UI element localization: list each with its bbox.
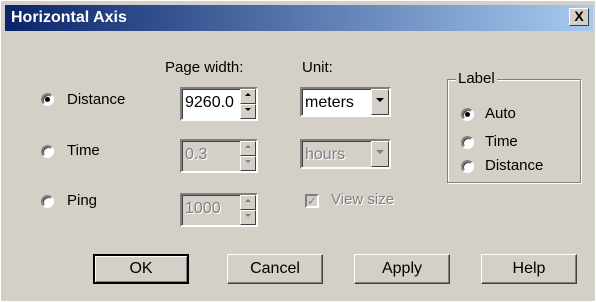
spin-down-button[interactable] xyxy=(240,104,256,119)
spin-up-button[interactable] xyxy=(240,89,256,104)
dialog-window: Horizontal Axis X Page width: Unit: Dist… xyxy=(0,0,596,302)
label-time-radio[interactable] xyxy=(461,136,474,149)
ping-radio[interactable] xyxy=(41,195,54,208)
label-group-title: Label xyxy=(456,70,497,87)
label-distance-radio[interactable] xyxy=(461,160,474,173)
chevron-down-icon xyxy=(376,150,384,154)
label-auto-label[interactable]: Auto xyxy=(485,105,516,122)
dialog-title: Horizontal Axis xyxy=(11,9,127,26)
arrow-up-icon xyxy=(245,93,251,96)
arrow-down-icon xyxy=(245,214,251,217)
view-size-checkbox: ✓ xyxy=(305,194,319,208)
arrow-up-icon xyxy=(245,145,251,148)
label-distance-label[interactable]: Distance xyxy=(485,157,543,174)
dropdown-button[interactable] xyxy=(371,89,389,115)
distance-width-spinbox[interactable]: 9260.0 xyxy=(180,87,258,121)
distance-unit-select[interactable]: meters xyxy=(300,87,391,117)
arrow-up-icon xyxy=(245,199,251,202)
time-width-spinbox: 0.3 xyxy=(180,139,258,173)
cancel-button[interactable]: Cancel xyxy=(227,254,323,284)
ping-radio-label[interactable]: Ping xyxy=(67,192,97,209)
time-unit-select: hours xyxy=(300,139,391,169)
chevron-down-icon xyxy=(376,98,384,102)
ping-width-spinbox: 1000 xyxy=(180,193,258,227)
ok-button[interactable]: OK xyxy=(93,254,189,284)
dropdown-button xyxy=(371,141,389,167)
distance-unit-value: meters xyxy=(305,94,354,111)
spin-down-button xyxy=(240,156,256,171)
time-radio[interactable] xyxy=(41,145,54,158)
title-bar[interactable]: Horizontal Axis X xyxy=(5,5,593,31)
time-radio-label[interactable]: Time xyxy=(67,142,100,159)
time-unit-value: hours xyxy=(305,146,346,163)
arrow-down-icon xyxy=(245,160,251,163)
close-button[interactable]: X xyxy=(569,8,589,26)
page-width-header: Page width: xyxy=(165,59,244,76)
unit-header: Unit: xyxy=(302,59,333,76)
time-width-value: 0.3 xyxy=(185,146,208,163)
spin-up-button xyxy=(240,141,256,156)
distance-radio-label[interactable]: Distance xyxy=(67,91,125,108)
view-size-label: View size xyxy=(331,191,395,208)
label-time-label[interactable]: Time xyxy=(485,133,518,150)
help-button[interactable]: Help xyxy=(481,254,577,284)
spin-down-button xyxy=(240,210,256,225)
ping-width-value: 1000 xyxy=(185,200,221,217)
arrow-down-icon xyxy=(245,108,251,111)
label-auto-radio[interactable] xyxy=(461,108,474,121)
apply-button[interactable]: Apply xyxy=(354,254,450,284)
distance-width-value: 9260.0 xyxy=(185,94,234,111)
distance-radio[interactable] xyxy=(41,93,54,106)
spin-up-button xyxy=(240,195,256,210)
